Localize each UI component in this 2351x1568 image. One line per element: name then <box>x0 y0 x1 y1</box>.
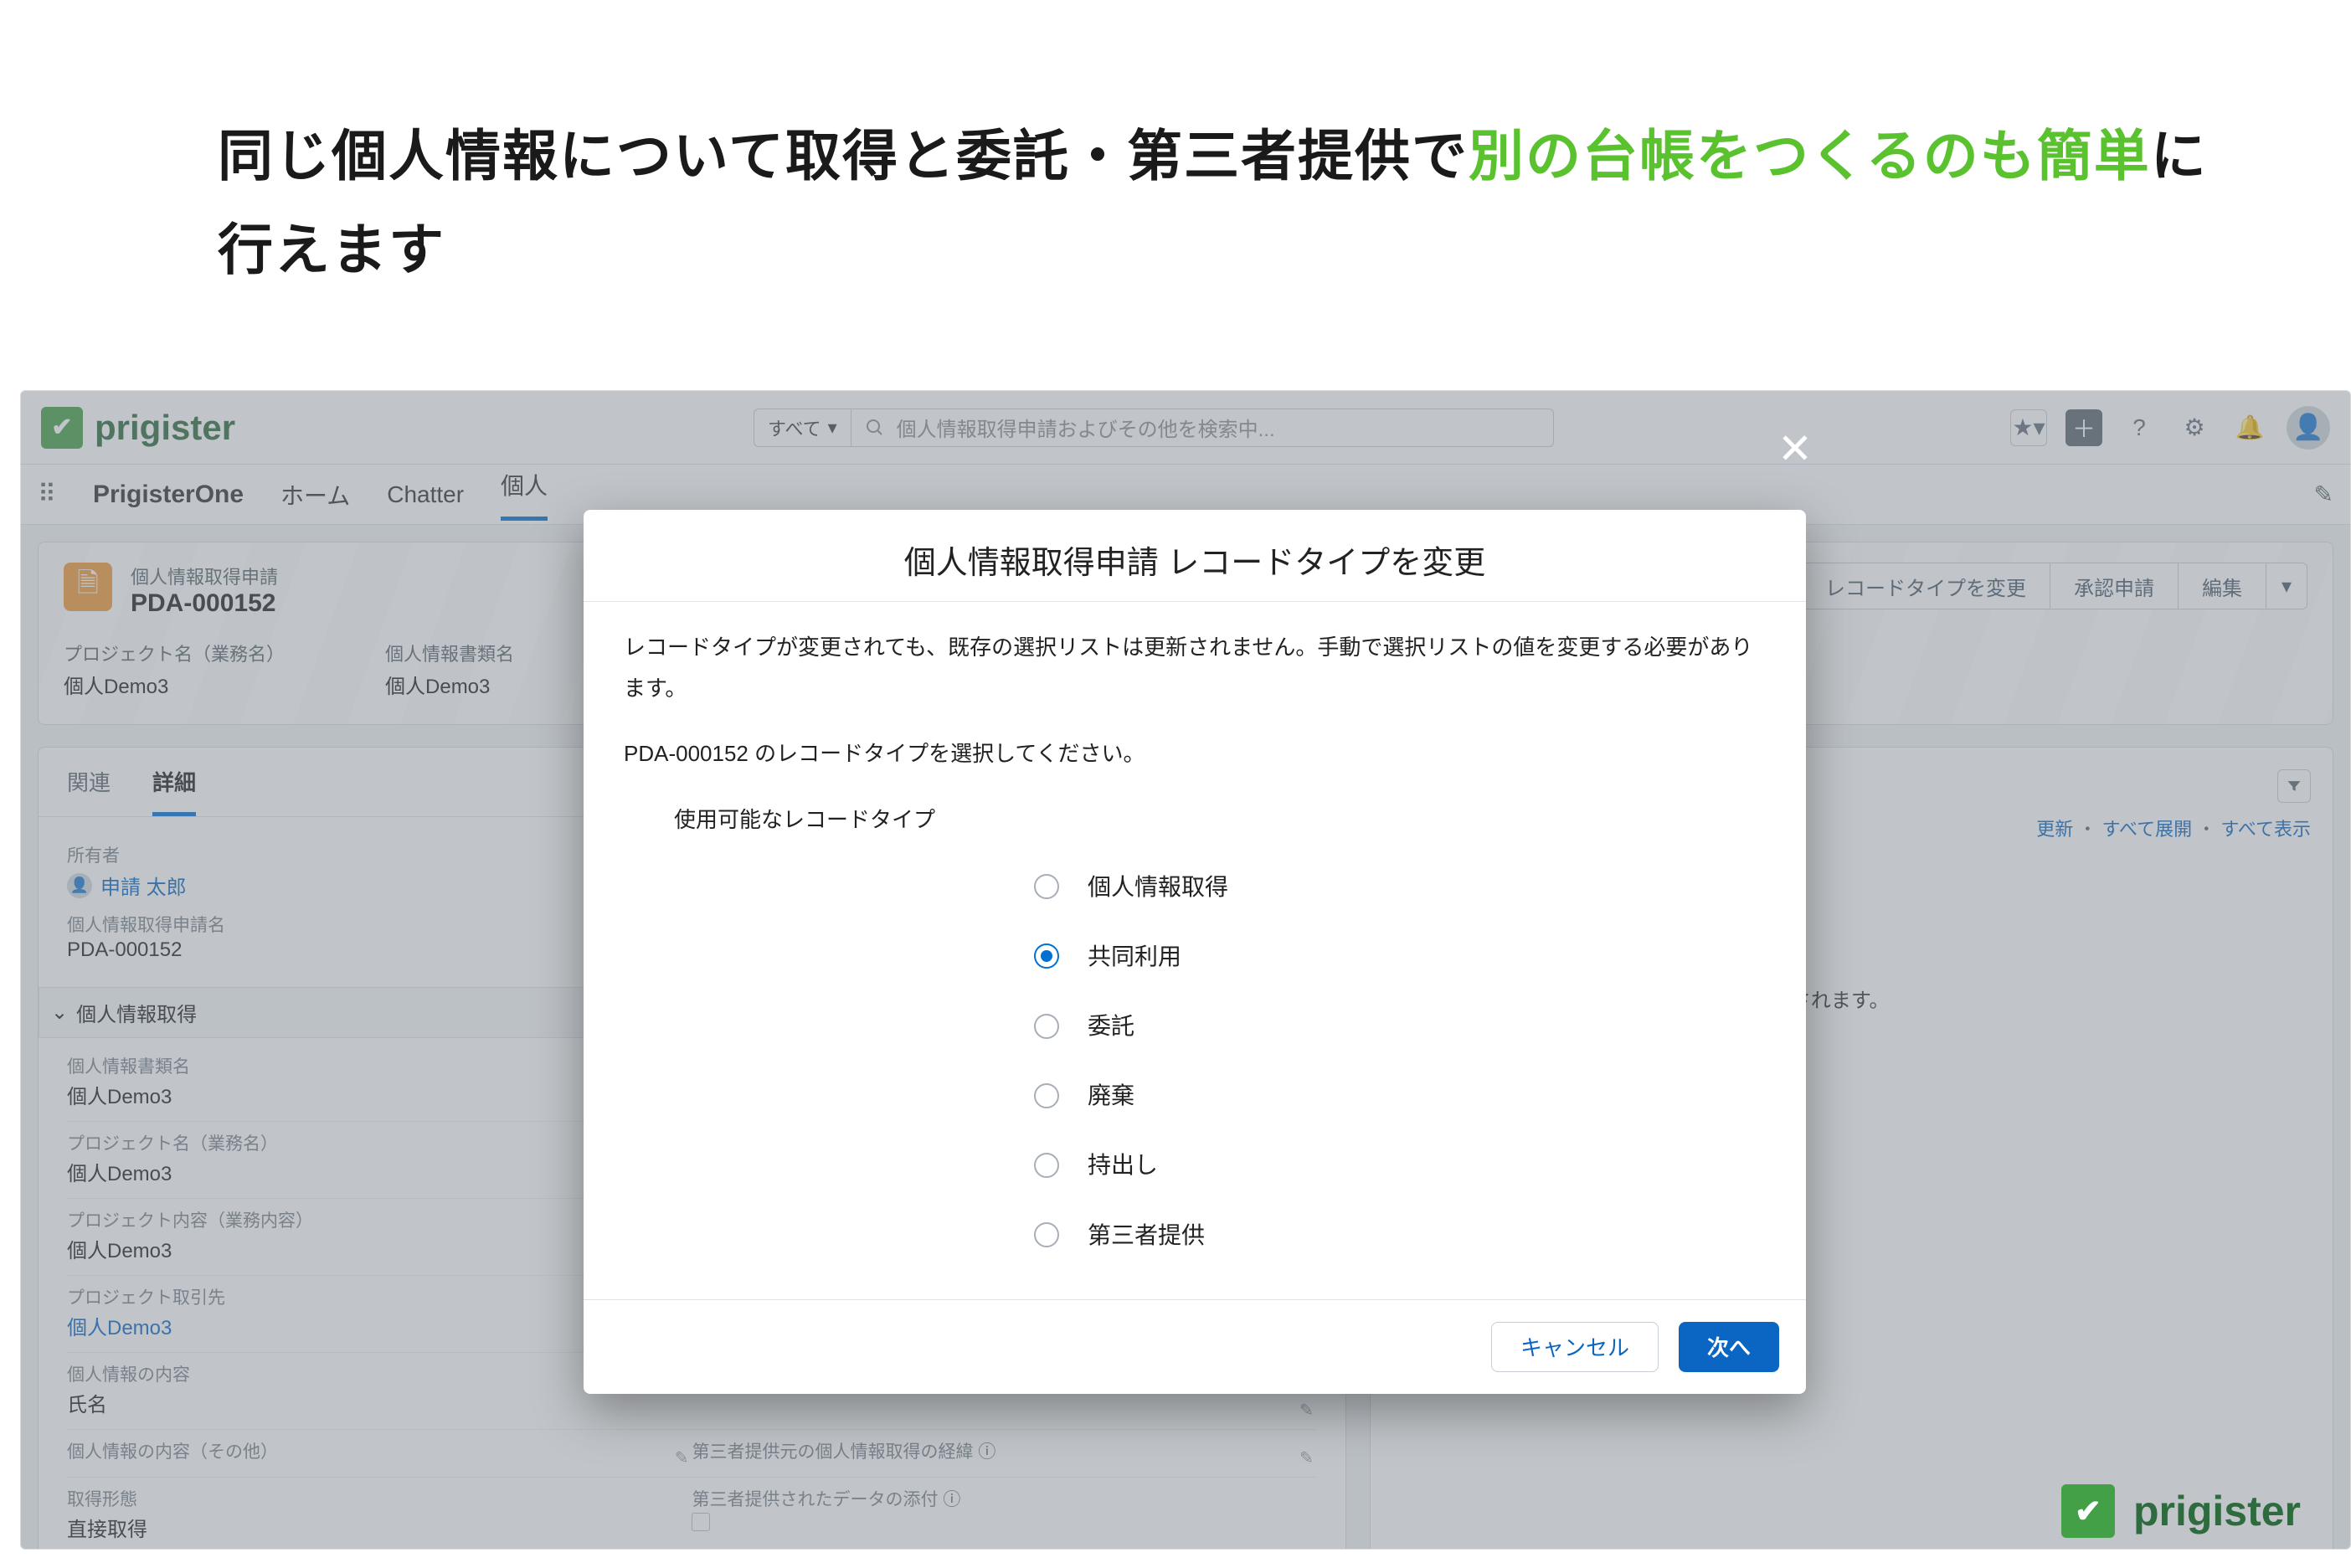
record-type-options: 個人情報取得共同利用委託廃棄持出し第三者提供 <box>624 856 1766 1266</box>
radio-icon <box>1034 943 1059 969</box>
modal-message: レコードタイプが変更されても、既存の選択リストは更新されません。手動で選択リスト… <box>624 627 1766 710</box>
cancel-button[interactable]: キャンセル <box>1491 1322 1659 1372</box>
radio-icon <box>1034 1222 1059 1247</box>
brand-shield-icon: ✔ <box>2061 1484 2115 1538</box>
slide-title: 同じ個人情報について取得と委託・第三者提供で別の台帳をつくるのも簡単に行えます <box>218 109 2213 296</box>
radio-icon <box>1034 1014 1059 1039</box>
next-button[interactable]: 次へ <box>1679 1322 1779 1372</box>
record-type-option-label: 委託 <box>1088 1004 1134 1048</box>
modal-title: 個人情報取得申請 レコードタイプを変更 <box>584 510 1806 602</box>
modal-close-button[interactable]: ✕ <box>1777 424 1813 473</box>
brand-watermark: ✔ prigister <box>2061 1484 2301 1538</box>
record-type-option-label: 共同利用 <box>1088 934 1181 979</box>
modal-message: PDA-000152 のレコードタイプを選択してください。 <box>624 733 1766 774</box>
record-type-option[interactable]: 持出し <box>624 1134 1766 1195</box>
radio-icon <box>1034 1083 1059 1108</box>
record-type-list-label: 使用可能なレコードタイプ <box>674 799 1766 841</box>
app-screenshot: ✔ prigister すべて ▾ 個人情報取得申請およびその他を検索中... … <box>20 390 2351 1550</box>
record-type-option[interactable]: 共同利用 <box>624 926 1766 987</box>
record-type-option-label: 持出し <box>1088 1143 1158 1187</box>
change-record-type-modal: 個人情報取得申請 レコードタイプを変更 レコードタイプが変更されても、既存の選択… <box>584 510 1806 1394</box>
record-type-option-label: 廃棄 <box>1088 1073 1134 1118</box>
record-type-option[interactable]: 個人情報取得 <box>624 856 1766 918</box>
radio-icon <box>1034 1153 1059 1178</box>
record-type-option-label: 第三者提供 <box>1088 1213 1205 1257</box>
radio-icon <box>1034 874 1059 899</box>
brand-text: prigister <box>2133 1487 2301 1535</box>
record-type-option[interactable]: 廃棄 <box>624 1065 1766 1126</box>
record-type-option[interactable]: 第三者提供 <box>624 1205 1766 1266</box>
record-type-option-label: 個人情報取得 <box>1088 865 1228 909</box>
record-type-option[interactable]: 委託 <box>624 995 1766 1056</box>
